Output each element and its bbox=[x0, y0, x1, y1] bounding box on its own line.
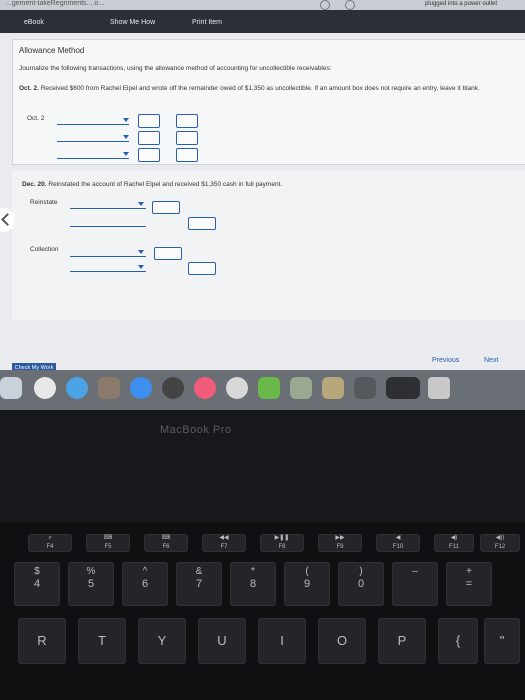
reinstate-label: Reinstate bbox=[30, 199, 58, 206]
reinstate-account-select-1[interactable] bbox=[70, 208, 146, 209]
trash-icon[interactable] bbox=[428, 377, 450, 399]
key-p[interactable]: P bbox=[378, 618, 426, 664]
dec-label: Dec. 20. bbox=[22, 181, 47, 188]
dock bbox=[0, 370, 525, 410]
reload-icon[interactable] bbox=[345, 0, 355, 10]
oct-date: Oct. 2 bbox=[27, 115, 45, 122]
oct-label: Oct. 2. bbox=[19, 85, 39, 92]
oct-credit-3[interactable] bbox=[176, 148, 198, 162]
key-bracket[interactable]: { bbox=[438, 618, 478, 664]
collection-debit-1[interactable] bbox=[154, 247, 182, 260]
dropdown-arrow-icon[interactable] bbox=[138, 250, 144, 254]
collection-label: Collection bbox=[30, 246, 59, 253]
key-t[interactable]: T bbox=[78, 618, 126, 664]
dec-text: Reinstated the account of Rachel Elpel a… bbox=[48, 181, 283, 188]
key-4[interactable]: $4 bbox=[14, 562, 60, 606]
settings-icon[interactable] bbox=[162, 377, 184, 399]
key-o[interactable]: O bbox=[318, 618, 366, 664]
laptop-bezel bbox=[0, 410, 525, 522]
key-y[interactable]: Y bbox=[138, 618, 186, 664]
oct-transaction: Oct. 2. Received $600 from Rachel Elpel … bbox=[19, 84, 519, 94]
downloads-icon[interactable] bbox=[354, 377, 376, 399]
torrent-icon[interactable] bbox=[258, 377, 280, 399]
question-panel: Allowance Method Journalize the followin… bbox=[12, 39, 525, 165]
page-title: Allowance Method bbox=[19, 46, 85, 55]
f7-key[interactable]: ◀◀ F7 bbox=[202, 534, 246, 552]
oct-account-select-3[interactable] bbox=[57, 158, 129, 159]
assignment-content: Allowance Method Journalize the followin… bbox=[0, 33, 525, 374]
f4-key[interactable]: ⌕ F4 bbox=[28, 534, 72, 552]
print-item-link[interactable]: Print Item bbox=[192, 19, 222, 26]
finder-icon[interactable] bbox=[0, 377, 22, 399]
share-icon[interactable] bbox=[320, 0, 330, 10]
oct-debit-1[interactable] bbox=[138, 114, 160, 128]
previous-button[interactable]: Previous bbox=[432, 357, 459, 364]
assignment-toolbar: eBook Show Me How Print Item bbox=[0, 10, 525, 33]
photos-icon[interactable] bbox=[226, 377, 248, 399]
next-button[interactable]: Next bbox=[484, 357, 498, 364]
f9-key[interactable]: ▶▶ F9 bbox=[318, 534, 362, 552]
oct-debit-2[interactable] bbox=[138, 131, 160, 145]
chrome-icon[interactable] bbox=[34, 377, 56, 399]
oct-debit-3[interactable] bbox=[138, 148, 160, 162]
app-store-icon[interactable] bbox=[130, 377, 152, 399]
screen-thumbnail-icon[interactable] bbox=[386, 377, 420, 399]
reinstate-debit-1[interactable] bbox=[152, 201, 180, 214]
music-icon[interactable] bbox=[194, 377, 216, 399]
dropdown-arrow-icon[interactable] bbox=[123, 118, 129, 122]
key-r[interactable]: R bbox=[18, 618, 66, 664]
f8-key[interactable]: ▶❚❚ F8 bbox=[260, 534, 304, 552]
f10-key[interactable]: ◀ F10 bbox=[376, 534, 420, 552]
dropdown-arrow-icon[interactable] bbox=[123, 152, 129, 156]
dec-panel: Dec. 20. Reinstated the account of Rache… bbox=[12, 170, 525, 320]
key-7[interactable]: & 7 bbox=[176, 562, 222, 606]
oct-account-select-2[interactable] bbox=[57, 141, 129, 142]
oct-account-select-1[interactable] bbox=[57, 124, 129, 125]
app-icon-green[interactable] bbox=[290, 377, 312, 399]
dropdown-arrow-icon[interactable] bbox=[123, 135, 129, 139]
key-9[interactable]: (9 bbox=[284, 562, 330, 606]
app-icon-tan[interactable] bbox=[322, 377, 344, 399]
brand-label: MacBook Pro bbox=[160, 424, 232, 436]
key-5[interactable]: % 5 bbox=[68, 562, 114, 606]
key-0[interactable]: ) 0 bbox=[338, 562, 384, 606]
collection-account-select-2[interactable] bbox=[70, 271, 146, 272]
photo-app-icon[interactable] bbox=[98, 377, 120, 399]
oct-credit-2[interactable] bbox=[176, 131, 198, 145]
key-u[interactable]: U bbox=[198, 618, 246, 664]
ebook-link[interactable]: eBook bbox=[24, 19, 44, 26]
key-quote[interactable]: " bbox=[484, 618, 520, 664]
show-me-how-link[interactable]: Show Me How bbox=[110, 19, 155, 26]
f6-key[interactable]: ⌨ F6 bbox=[144, 534, 188, 552]
key-6[interactable]: ^ 6 bbox=[122, 562, 168, 606]
reinstate-account-select-2[interactable] bbox=[70, 226, 146, 227]
f5-key[interactable]: ⌨ F5 bbox=[86, 534, 130, 552]
oct-text: Received $600 from Rachel Elpel and wrot… bbox=[40, 85, 480, 92]
oct-credit-1[interactable] bbox=[176, 114, 198, 128]
instruction-text: Journalize the following transactions, u… bbox=[19, 65, 332, 72]
dropdown-arrow-icon[interactable] bbox=[138, 202, 144, 206]
dropdown-arrow-icon[interactable] bbox=[138, 265, 144, 269]
collection-credit-1[interactable] bbox=[188, 262, 216, 275]
url-text: ...gement-takeRegnments....o... bbox=[6, 0, 105, 7]
key-i[interactable]: I bbox=[258, 618, 306, 664]
f11-key[interactable]: ◀) F11 bbox=[434, 534, 474, 552]
key-8[interactable]: * 8 bbox=[230, 562, 276, 606]
key-equals[interactable]: + = bbox=[446, 562, 492, 606]
battery-status: plugged into a power outlet bbox=[424, 1, 497, 7]
collection-account-select-1[interactable] bbox=[70, 256, 146, 257]
browser-tab-strip: ...gement-takeRegnments....o... plugged … bbox=[0, 0, 525, 10]
key-minus[interactable]: – bbox=[392, 562, 438, 606]
f12-key[interactable]: ◀)) F12 bbox=[480, 534, 520, 552]
reinstate-credit-1[interactable] bbox=[188, 217, 216, 230]
safari-icon[interactable] bbox=[66, 377, 88, 399]
dec-transaction: Dec. 20. Reinstated the account of Rache… bbox=[22, 180, 512, 190]
